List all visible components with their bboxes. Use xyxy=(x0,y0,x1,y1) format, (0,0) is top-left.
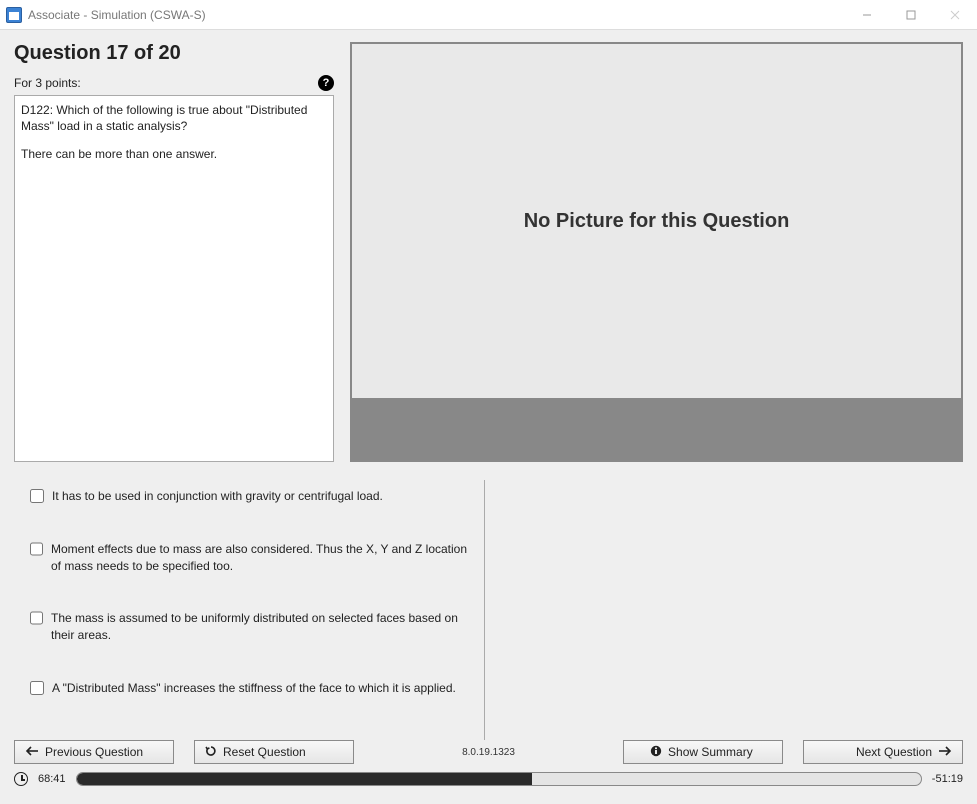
answer-checkbox-3[interactable] xyxy=(30,611,43,625)
version-label: 8.0.19.1323 xyxy=(462,747,515,758)
reset-question-button[interactable]: Reset Question xyxy=(194,740,354,764)
minimize-button[interactable] xyxy=(845,0,889,29)
arrow-left-icon xyxy=(25,745,39,759)
picture-area: No Picture for this Question xyxy=(352,44,961,398)
picture-toolbar xyxy=(352,398,961,460)
info-icon xyxy=(650,745,662,760)
question-body-line2: There can be more than one answer. xyxy=(21,146,327,162)
time-progress-fill xyxy=(77,773,533,785)
previous-question-button[interactable]: Previous Question xyxy=(14,740,174,764)
button-label: Previous Question xyxy=(45,745,143,759)
arrow-right-icon xyxy=(938,745,952,759)
app-icon xyxy=(6,7,22,23)
picture-panel: No Picture for this Question xyxy=(350,42,963,462)
question-text-box: D122: Which of the following is true abo… xyxy=(14,95,334,462)
close-button[interactable] xyxy=(933,0,977,29)
question-header: Question 17 of 20 xyxy=(14,42,334,65)
help-icon[interactable]: ? xyxy=(318,75,334,91)
answers-column: It has to be used in conjunction with gr… xyxy=(14,480,484,740)
status-row: 68:41 -51:19 xyxy=(14,768,963,794)
answer-text: A "Distributed Mass" increases the stiff… xyxy=(52,680,456,697)
show-summary-button[interactable]: Show Summary xyxy=(623,740,783,764)
answer-text: Moment effects due to mass are also cons… xyxy=(51,541,468,575)
no-picture-label: No Picture for this Question xyxy=(524,210,790,233)
window-controls xyxy=(845,0,977,29)
next-question-button[interactable]: Next Question xyxy=(803,740,963,764)
points-label: For 3 points: xyxy=(14,76,81,90)
button-label: Show Summary xyxy=(668,745,753,759)
time-progress-bar xyxy=(76,772,922,786)
answer-option[interactable]: The mass is assumed to be uniformly dist… xyxy=(30,610,468,644)
answer-checkbox-2[interactable] xyxy=(30,542,43,556)
clock-icon xyxy=(14,772,28,786)
answer-option[interactable]: It has to be used in conjunction with gr… xyxy=(30,488,468,505)
button-label: Reset Question xyxy=(223,745,306,759)
reset-icon xyxy=(205,745,217,760)
answer-checkbox-4[interactable] xyxy=(30,681,44,695)
answer-option[interactable]: Moment effects due to mass are also cons… xyxy=(30,541,468,575)
maximize-button[interactable] xyxy=(889,0,933,29)
elapsed-time: 68:41 xyxy=(38,773,66,785)
remaining-time: -51:19 xyxy=(932,773,963,785)
answer-text: The mass is assumed to be uniformly dist… xyxy=(51,610,468,644)
answer-checkbox-1[interactable] xyxy=(30,489,44,503)
answer-text: It has to be used in conjunction with gr… xyxy=(52,488,383,505)
nav-row: Previous Question Reset Question 8.0.19.… xyxy=(14,740,963,768)
answers-divider xyxy=(484,480,485,740)
titlebar: Associate - Simulation (CSWA-S) xyxy=(0,0,977,30)
answer-option[interactable]: A "Distributed Mass" increases the stiff… xyxy=(30,680,468,697)
button-label: Next Question xyxy=(856,745,932,759)
question-body-line1: D122: Which of the following is true abo… xyxy=(21,102,327,134)
window-title: Associate - Simulation (CSWA-S) xyxy=(28,8,206,22)
